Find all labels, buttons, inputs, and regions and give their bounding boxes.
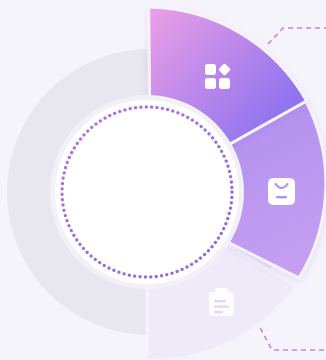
donut-diagram-svg [7, 5, 326, 360]
inner-disc [55, 100, 239, 284]
shopping-bag-icon [268, 178, 295, 205]
donut-diagram [0, 0, 326, 360]
connector-line-top [267, 27, 326, 45]
clipboard-icon [209, 288, 234, 316]
connector-line-bottom [255, 319, 326, 351]
